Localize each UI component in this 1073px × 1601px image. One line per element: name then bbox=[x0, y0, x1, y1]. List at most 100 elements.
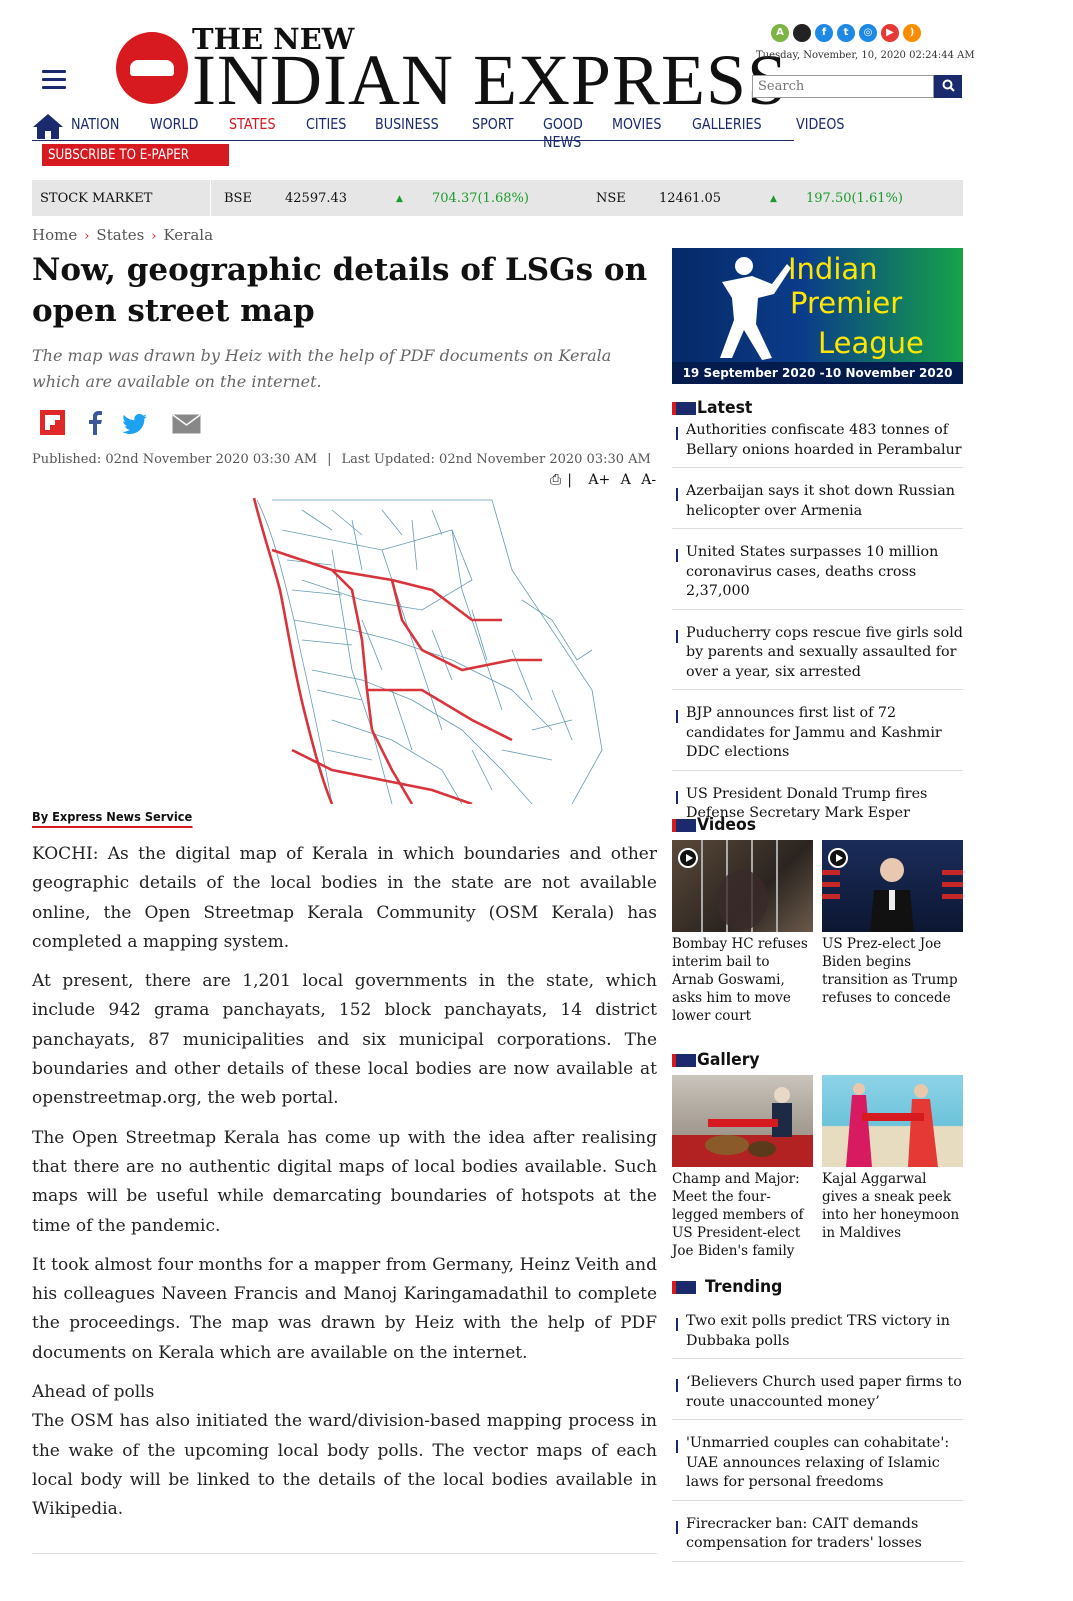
section-marker bbox=[672, 401, 696, 415]
font-decrease-button[interactable]: A- bbox=[641, 472, 656, 488]
bse-value: 42597.43 bbox=[285, 191, 348, 206]
font-increase-button[interactable]: A+ bbox=[588, 472, 610, 488]
ipl-banner[interactable]: Indian Premier League 19 September 2020 … bbox=[672, 248, 963, 384]
published-date: Published: 02nd November 2020 03:30 AM bbox=[32, 452, 318, 467]
section-marker bbox=[672, 1053, 696, 1067]
gallery-thumbnail bbox=[822, 1075, 963, 1167]
nav-item-good-news[interactable]: GOOD NEWS bbox=[543, 115, 583, 151]
article-paragraph: The OSM has also initiated the ward/divi… bbox=[32, 1411, 657, 1520]
menu-icon[interactable] bbox=[42, 70, 66, 94]
flipboard-icon[interactable] bbox=[40, 410, 65, 435]
video-caption[interactable]: Bombay HC refuses interim bail to Arnab … bbox=[672, 935, 813, 1025]
current-date: Tuesday, November, 10, 2020 02:24:44 AM bbox=[756, 50, 975, 61]
apple-icon[interactable] bbox=[793, 24, 811, 42]
print-icon[interactable]: ⎙ bbox=[550, 472, 561, 488]
trending-item[interactable]: ‘Believers Church used paper firms to ro… bbox=[672, 1371, 963, 1420]
nav-item-states[interactable]: STATES bbox=[229, 115, 276, 151]
ipl-title-line3: League bbox=[818, 326, 924, 360]
article-subhead: Ahead of polls bbox=[32, 1382, 155, 1403]
gallery-heading-text: Gallery bbox=[697, 1050, 760, 1070]
trending-item[interactable]: Two exit polls predict TRS victory in Du… bbox=[672, 1310, 963, 1359]
video-caption[interactable]: US Prez-elect Joe Biden begins transitio… bbox=[822, 935, 963, 1007]
search-bar bbox=[752, 75, 962, 98]
trending-item[interactable]: 'Unmarried couples can cohabitate': UAE … bbox=[672, 1432, 963, 1501]
trending-item[interactable]: Firecracker ban: CAIT demands compensati… bbox=[672, 1513, 963, 1562]
bse-up-arrow-icon: ▲ bbox=[396, 194, 403, 204]
ipl-title-line2: Premier bbox=[790, 286, 903, 320]
facebook-share-icon[interactable] bbox=[88, 410, 102, 435]
twitter-icon[interactable]: t bbox=[837, 24, 855, 42]
separator: | bbox=[327, 452, 332, 467]
bse-label: BSE bbox=[224, 191, 252, 206]
trending-heading: Trending bbox=[672, 1277, 789, 1297]
breadcrumb: Home › States › Kerala bbox=[32, 226, 213, 244]
stock-divider bbox=[210, 180, 211, 216]
gallery-card[interactable]: Champ and Major: Meet the four-legged me… bbox=[672, 1075, 813, 1260]
search-button[interactable] bbox=[934, 75, 962, 98]
nav-item-galleries[interactable]: GALLERIES bbox=[692, 115, 762, 151]
home-icon[interactable] bbox=[32, 112, 64, 140]
updated-date: Last Updated: 02nd November 2020 03:30 A… bbox=[341, 452, 651, 467]
email-share-icon[interactable] bbox=[172, 414, 201, 434]
logo-main-text: INDIAN EXPRESS bbox=[192, 40, 789, 120]
epaper-label: SUBSCRIBE TO E-PAPER bbox=[48, 147, 190, 163]
gallery-card[interactable]: Kajal Aggarwal gives a sneak peek into h… bbox=[822, 1075, 963, 1260]
youtube-icon[interactable]: ▶ bbox=[881, 24, 899, 42]
facebook-icon[interactable]: f bbox=[815, 24, 833, 42]
section-marker bbox=[672, 818, 696, 832]
video-thumbnail bbox=[822, 840, 963, 932]
article-paragraph: It took almost four months for a mapper … bbox=[32, 1254, 657, 1363]
breadcrumb-kerala[interactable]: Kerala bbox=[163, 226, 213, 244]
site-logo[interactable]: THE NEW INDIAN EXPRESS bbox=[116, 22, 787, 116]
nav-item-movies[interactable]: MOVIES bbox=[612, 115, 661, 151]
latest-item[interactable]: United States surpasses 10 million coron… bbox=[672, 541, 963, 610]
latest-item[interactable]: BJP announces first list of 72 candidate… bbox=[672, 702, 963, 771]
video-card[interactable]: US Prez-elect Joe Biden begins transitio… bbox=[822, 840, 963, 1025]
latest-item[interactable]: Azerbaijan says it shot down Russian hel… bbox=[672, 480, 963, 529]
article-summary: The map was drawn by Heiz with the help … bbox=[32, 346, 612, 391]
play-icon bbox=[678, 848, 698, 868]
gallery-caption[interactable]: Kajal Aggarwal gives a sneak peek into h… bbox=[822, 1170, 963, 1242]
breadcrumb-home[interactable]: Home bbox=[32, 226, 77, 244]
nse-label: NSE bbox=[596, 191, 626, 206]
ipl-title-line1: Indian bbox=[788, 252, 878, 286]
article-paragraph: At present, there are 1,201 local govern… bbox=[32, 971, 657, 1109]
play-icon bbox=[828, 848, 848, 868]
search-input[interactable] bbox=[752, 75, 934, 98]
font-reset-button[interactable]: A bbox=[621, 472, 631, 488]
latest-item[interactable]: Authorities confiscate 483 tonnes of Bel… bbox=[672, 419, 963, 468]
videos-grid: Bombay HC refuses interim bail to Arnab … bbox=[672, 840, 963, 1025]
subscribe-epaper-button[interactable]: SUBSCRIBE TO E-PAPER bbox=[42, 144, 229, 166]
stock-ticker: STOCK MARKET BSE 42597.43 ▲ 704.37(1.68%… bbox=[32, 180, 963, 216]
android-icon[interactable]: A bbox=[771, 24, 789, 42]
nav-item-cities[interactable]: CITIES bbox=[306, 115, 346, 151]
video-card[interactable]: Bombay HC refuses interim bail to Arnab … bbox=[672, 840, 813, 1025]
article-tools: ⎙ | A+ A A- bbox=[550, 472, 656, 488]
dogs-graphic bbox=[672, 1087, 813, 1167]
article-title: Now, geographic details of LSGs on open … bbox=[32, 252, 648, 329]
nse-value: 12461.05 bbox=[659, 191, 722, 206]
gallery-thumbnail bbox=[672, 1075, 813, 1167]
gallery-caption[interactable]: Champ and Major: Meet the four-legged me… bbox=[672, 1170, 813, 1260]
byline[interactable]: By Express News Service bbox=[32, 810, 193, 828]
bse-change: 704.37(1.68%) bbox=[432, 191, 529, 206]
breadcrumb-states[interactable]: States bbox=[96, 226, 144, 244]
rss-icon[interactable]: ) bbox=[903, 24, 921, 42]
nav-item-sport[interactable]: SPORT bbox=[472, 115, 514, 151]
article-paragraph: The Open Streetmap Kerala has come up wi… bbox=[32, 1127, 657, 1236]
divider bbox=[32, 1553, 657, 1554]
chevron-right-icon: › bbox=[84, 229, 90, 244]
cricketer-silhouette bbox=[720, 257, 791, 360]
search-icon bbox=[942, 79, 955, 92]
instagram-icon[interactable]: ◎ bbox=[859, 24, 877, 42]
logo-emblem bbox=[116, 32, 188, 104]
nav-item-business[interactable]: BUSINESS bbox=[375, 115, 439, 151]
trending-heading-text: Trending bbox=[705, 1277, 783, 1297]
nav-item-videos[interactable]: VIDEOS bbox=[796, 115, 844, 151]
videos-heading: Videos bbox=[672, 815, 761, 835]
latest-item[interactable]: Puducherry cops rescue five girls sold b… bbox=[672, 622, 963, 690]
article-paragraph: KOCHI: As the digital map of Kerala in w… bbox=[32, 844, 657, 952]
article-body: KOCHI: As the digital map of Kerala in w… bbox=[32, 840, 657, 1535]
twitter-share-icon[interactable] bbox=[122, 414, 147, 434]
section-marker bbox=[672, 1280, 696, 1294]
